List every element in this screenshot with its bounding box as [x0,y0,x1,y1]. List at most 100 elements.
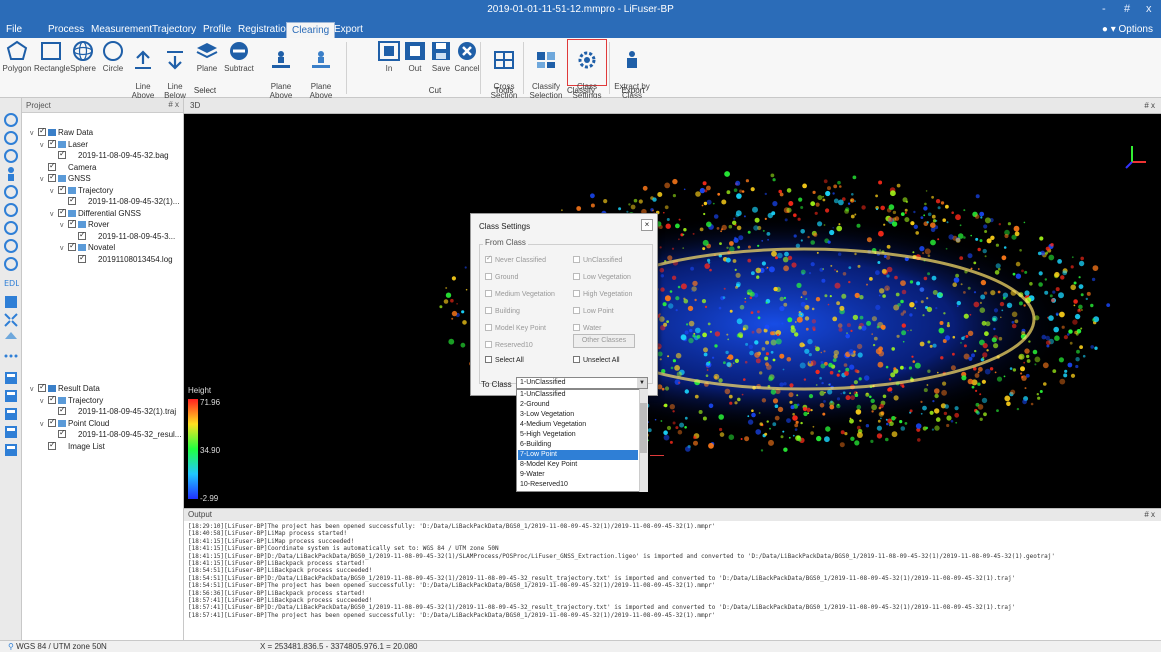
view-icon[interactable] [3,148,19,164]
panel-icon[interactable] [3,388,19,404]
panel-icon[interactable] [3,370,19,386]
select-all-checkbox[interactable]: Select All [485,356,524,364]
tree-checkbox[interactable] [38,382,46,392]
view-icon[interactable] [3,220,19,236]
view-icon[interactable] [3,112,19,128]
from-class-checkbox[interactable]: Ground [485,273,518,281]
rectangle-button[interactable]: Rectangle [34,40,70,73]
tree-node[interactable]: Image List [40,440,105,452]
view-icon[interactable] [3,184,19,200]
tree-checkbox[interactable] [58,428,66,438]
measure-icon[interactable] [3,294,19,310]
menu-clearing[interactable]: Clearing [286,22,336,38]
view-icon[interactable] [3,130,19,146]
close-button[interactable]: x [1146,3,1152,15]
tab-3d[interactable]: 3D [190,101,200,110]
tree-node[interactable]: v Point Cloud [40,417,109,430]
cancel-button[interactable]: Cancel [450,40,484,73]
tree-node[interactable]: v Trajectory [40,394,103,407]
tree-checkbox[interactable] [38,126,46,136]
dropdown-option[interactable]: 4-Medium Vegetation [518,420,638,430]
dialog-close-button[interactable]: × [641,219,653,231]
tree-node[interactable]: v Trajectory [50,184,113,197]
expand-toggle-icon[interactable]: v [50,210,58,220]
from-class-checkbox[interactable]: Building [485,307,520,315]
output-pin-close[interactable]: # x [1144,510,1155,519]
dropdown-option[interactable]: 2-Ground [518,400,638,410]
tree-node[interactable]: 20191108013454.log [70,253,173,265]
tree-checkbox[interactable] [58,149,66,159]
dropdown-option[interactable]: 6-Building [518,440,638,450]
tree-checkbox[interactable] [58,184,66,194]
from-class-checkbox[interactable]: High Vegetation [573,290,632,298]
other-classes-button[interactable]: Other Classes [573,334,635,348]
sphere-button[interactable]: Sphere [66,40,100,73]
tree-checkbox[interactable] [58,207,66,217]
from-class-checkbox[interactable]: Reserved10 [485,341,533,349]
line-above-button[interactable]: Line Above [126,40,160,100]
from-class-checkbox[interactable]: UnClassified [573,256,622,264]
viewport-pin-close[interactable]: # x [1144,101,1155,110]
from-class-checkbox[interactable]: Low Vegetation [573,273,631,281]
tree-checkbox[interactable] [58,405,66,415]
from-class-checkbox[interactable]: Medium Vegetation [485,290,555,298]
panel-icon[interactable] [3,406,19,422]
menu-process[interactable]: Process [48,24,84,35]
options-menu[interactable]: ● ▾ Options [1102,24,1153,35]
tree-checkbox[interactable] [48,161,56,171]
person-icon[interactable] [3,166,19,182]
expand-toggle-icon[interactable]: v [30,385,38,395]
tree-checkbox[interactable] [78,230,86,240]
dropdown-scroll-thumb[interactable] [640,403,647,453]
more-icon[interactable] [3,348,19,364]
tree-checkbox[interactable] [68,195,76,205]
menu-file[interactable]: File [6,24,22,35]
tree-checkbox[interactable] [68,241,76,251]
tree-node[interactable]: 2019-11-08-09-45-32(1).traj [50,405,176,417]
expand-toggle-icon[interactable]: v [40,397,48,407]
tree-node[interactable]: v Result Data [30,382,100,395]
tree-node[interactable]: 2019-11-08-09-45-3... [70,230,175,242]
view-icon[interactable] [3,256,19,272]
dropdown-option[interactable]: 9-Water [518,470,638,480]
menu-trajectory[interactable]: Trajectory [152,24,196,35]
expand-toggle-icon[interactable]: v [60,244,68,254]
dropdown-option[interactable]: 7-Low Point [518,450,638,460]
menu-registration[interactable]: Registration [238,24,291,35]
menu-measurement[interactable]: Measurement [91,24,152,35]
tree-icon[interactable] [3,330,19,346]
edl-icon[interactable]: EDL [3,274,19,290]
tree-node[interactable]: 2019-11-08-09-45-32(1)... [60,195,179,207]
tree-checkbox[interactable] [48,172,56,182]
panel-icon[interactable] [3,424,19,440]
tree-node[interactable]: v Raw Data [30,126,93,139]
to-class-select[interactable]: 1-UnClassified ▼ [516,377,648,389]
from-class-checkbox[interactable]: Never Classified [485,254,546,264]
dropdown-option[interactable]: 1-UnClassified [518,390,638,400]
tree-checkbox[interactable] [48,440,56,450]
from-class-checkbox[interactable]: Model Key Point [485,324,546,332]
expand-toggle-icon[interactable]: v [40,420,48,430]
expand-toggle-icon[interactable]: v [60,221,68,231]
view-icon[interactable] [3,202,19,218]
expand-toggle-icon[interactable]: v [50,187,58,197]
dropdown-option[interactable]: 8-Model Key Point [518,460,638,470]
expand-icon[interactable] [3,312,19,328]
dropdown-option[interactable]: 3-Low Vegetation [518,410,638,420]
class-settings-button[interactable]: Class Settings [567,39,607,100]
dropdown-option[interactable]: 10-Reserved10 [518,480,638,490]
tree-node[interactable]: v Differential GNSS [50,207,141,220]
to-class-dropdown[interactable]: 1-UnClassified ▼ 1-UnClassified 2-Ground 3… [516,377,648,492]
expand-toggle-icon[interactable]: v [40,175,48,185]
view-icon[interactable] [3,238,19,254]
circle-button[interactable]: Circle [96,40,130,73]
expand-toggle-icon[interactable]: v [40,141,48,151]
tree-checkbox[interactable] [48,417,56,427]
tree-checkbox[interactable] [78,253,86,263]
from-class-checkbox[interactable]: Water [573,324,601,332]
expand-toggle-icon[interactable]: v [30,129,38,139]
maximize-button[interactable]: # [1124,3,1130,15]
plane-above-button[interactable]: Plane Above [264,40,298,100]
tree-checkbox[interactable] [48,138,56,148]
line-below-button[interactable]: Line Below [158,40,192,100]
